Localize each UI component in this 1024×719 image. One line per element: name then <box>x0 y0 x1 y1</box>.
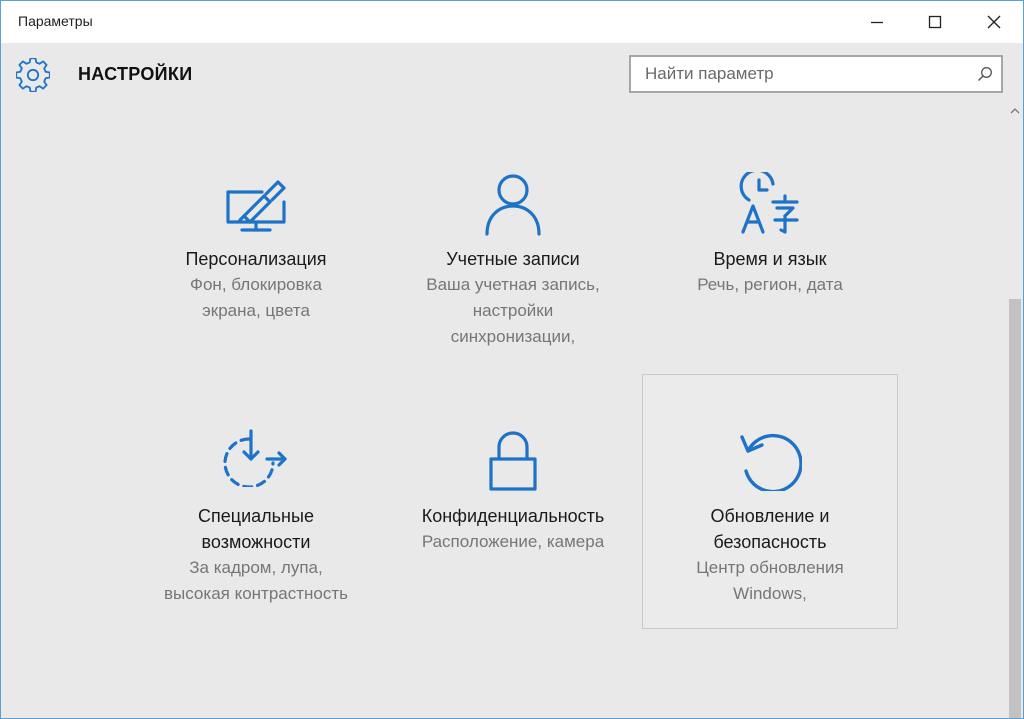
person-icon <box>485 174 541 236</box>
ease-of-access-icon <box>223 429 287 487</box>
settings-header: НАСТРОЙКИ <box>1 43 1023 105</box>
tile-title: Обновление и безопасность <box>710 506 830 552</box>
page-title: НАСТРОЙКИ <box>78 64 193 84</box>
search-input[interactable] <box>631 57 971 91</box>
tile-description: Ваша учетная запись, настройки синхронизац… <box>426 275 600 346</box>
title-bar[interactable]: Параметры <box>1 1 1023 43</box>
settings-window: Параметры НАСТРОЙКИ Найти параметр Персо… <box>0 0 1024 719</box>
close-icon <box>987 15 1001 29</box>
minimize-button[interactable] <box>848 1 906 43</box>
tile-description: Центр обновления Windows, <box>696 558 844 603</box>
maximize-icon <box>928 15 942 29</box>
window-title: Параметры <box>18 13 93 29</box>
monitor-brush-icon <box>226 180 286 232</box>
gear-icon <box>16 58 50 92</box>
close-button[interactable] <box>965 1 1023 43</box>
tile-description: За кадром, лупа, высокая контрастность <box>163 558 349 603</box>
clock-language-icon <box>739 172 799 234</box>
scrollbar[interactable] <box>1007 105 1023 718</box>
tile-title: Время и язык <box>713 249 827 269</box>
tile-update-security[interactable]: Обновление и безопасность Центр обновлени… <box>642 374 898 629</box>
tile-description: Фон, блокировка экрана, цвета <box>190 275 322 320</box>
refresh-icon <box>740 433 802 491</box>
lock-icon <box>489 431 537 491</box>
tile-title: Конфиденциальность <box>421 506 605 526</box>
tile-title: Учетные записи <box>446 249 580 269</box>
tile-ease-of-access[interactable]: Специальные возможности За кадром, лупа, в… <box>128 374 384 629</box>
search-icon[interactable] <box>977 66 993 82</box>
tile-description: Расположение, камера <box>421 532 605 551</box>
scroll-up-arrow-icon[interactable] <box>1010 107 1020 115</box>
tile-privacy[interactable]: Конфиденциальность Расположение, камера <box>385 374 641 629</box>
scrollbar-thumb[interactable] <box>1009 299 1021 718</box>
search-box[interactable] <box>629 55 1003 93</box>
tile-description: Речь, регион, дата <box>697 275 843 294</box>
tile-title: Персонализация <box>185 249 327 269</box>
minimize-icon <box>871 21 883 24</box>
maximize-button[interactable] <box>906 1 964 43</box>
tile-title: Специальные возможности <box>198 506 314 552</box>
